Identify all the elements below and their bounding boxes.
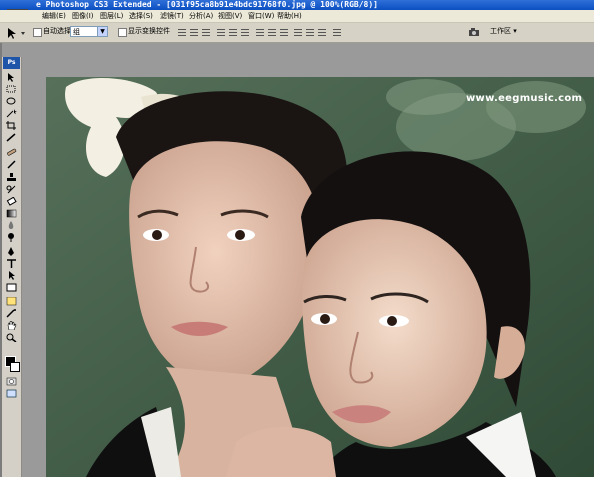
auto-select-checkbox[interactable] bbox=[33, 28, 42, 37]
quick-mask-icon[interactable] bbox=[6, 377, 17, 386]
blur-tool-icon[interactable] bbox=[6, 221, 17, 230]
healing-brush-tool-icon[interactable] bbox=[6, 148, 17, 157]
menu-analysis[interactable]: 分析(A) bbox=[189, 10, 213, 22]
chevron-down-icon: ▼ bbox=[97, 27, 107, 36]
menu-view[interactable]: 视图(V) bbox=[218, 10, 242, 22]
distribute-horizontal-icon[interactable] bbox=[306, 28, 314, 36]
menu-layer[interactable]: 图层(L) bbox=[100, 10, 123, 22]
shape-tool-icon[interactable] bbox=[6, 283, 17, 292]
align-bottom-icon[interactable] bbox=[202, 28, 210, 36]
lasso-tool-icon[interactable] bbox=[6, 97, 17, 106]
distribute-left-icon[interactable] bbox=[294, 28, 302, 36]
align-right-icon[interactable] bbox=[241, 28, 249, 36]
notes-tool-icon[interactable] bbox=[6, 297, 17, 306]
align-top-icon[interactable] bbox=[178, 28, 186, 36]
pen-tool-icon[interactable] bbox=[6, 247, 17, 256]
distribute-right-icon[interactable] bbox=[318, 28, 326, 36]
menu-image[interactable]: 图像(I) bbox=[72, 10, 94, 22]
align-vertical-center-icon[interactable] bbox=[190, 28, 198, 36]
menu-bar: 编辑(E) 图像(I) 图层(L) 选择(S) 滤镜(T) 分析(A) 视图(V… bbox=[0, 10, 594, 23]
eyedropper-tool-icon[interactable] bbox=[6, 309, 17, 318]
clone-stamp-tool-icon[interactable] bbox=[6, 173, 17, 182]
history-brush-tool-icon[interactable] bbox=[6, 185, 17, 194]
distribute-top-icon[interactable] bbox=[256, 28, 264, 36]
toolbox: Ps bbox=[2, 57, 22, 477]
eraser-tool-icon[interactable] bbox=[6, 197, 17, 206]
toolbox-ps-badge: Ps bbox=[3, 57, 20, 69]
options-bar: 自动选择: 组 ▼ 显示变换控件 工作区 ▾ bbox=[0, 23, 594, 43]
crop-tool-icon[interactable] bbox=[6, 121, 17, 130]
show-transform-checkbox[interactable] bbox=[118, 28, 127, 37]
type-tool-icon[interactable] bbox=[6, 259, 17, 268]
menu-select[interactable]: 选择(S) bbox=[129, 10, 153, 22]
tool-preset-picker[interactable] bbox=[2, 25, 30, 41]
auto-align-layers-icon[interactable] bbox=[333, 28, 341, 36]
workspace-menu[interactable]: 工作区 ▾ bbox=[490, 27, 517, 36]
menu-filter[interactable]: 滤镜(T) bbox=[160, 10, 184, 22]
go-to-bridge-icon[interactable] bbox=[468, 27, 480, 37]
menu-edit[interactable]: 编辑(E) bbox=[42, 10, 66, 22]
auto-select-dropdown[interactable]: 组 ▼ bbox=[70, 26, 108, 37]
brush-tool-icon[interactable] bbox=[6, 160, 17, 169]
zoom-tool-icon[interactable] bbox=[6, 333, 17, 342]
menu-help[interactable]: 帮助(H) bbox=[277, 10, 302, 22]
gradient-tool-icon[interactable] bbox=[6, 209, 17, 218]
dodge-tool-icon[interactable] bbox=[6, 233, 17, 242]
marquee-tool-icon[interactable] bbox=[6, 85, 17, 94]
align-left-icon[interactable] bbox=[217, 28, 225, 36]
distribute-center-icon[interactable] bbox=[268, 28, 276, 36]
slice-tool-icon[interactable] bbox=[6, 133, 17, 142]
hand-tool-icon[interactable] bbox=[6, 321, 17, 330]
photo-watermark: www.eegmusic.com bbox=[466, 93, 583, 104]
screen-mode-icon[interactable] bbox=[6, 389, 17, 398]
align-horizontal-center-icon[interactable] bbox=[229, 28, 237, 36]
show-transform-label: 显示变换控件 bbox=[128, 27, 170, 35]
distribute-bottom-icon[interactable] bbox=[280, 28, 288, 36]
auto-select-label: 自动选择: bbox=[43, 27, 74, 35]
window-title-bar: e Photoshop CS3 Extended - [031f95ca8b91… bbox=[0, 0, 594, 10]
path-selection-tool-icon[interactable] bbox=[6, 271, 17, 280]
move-tool-icon[interactable] bbox=[6, 73, 17, 82]
auto-select-value: 组 bbox=[73, 28, 80, 36]
window-title: e Photoshop CS3 Extended - [031f95ca8b91… bbox=[36, 0, 378, 9]
background-color-swatch[interactable] bbox=[10, 362, 20, 372]
document-photo bbox=[46, 77, 594, 477]
document-canvas[interactable]: www.eegmusic.com bbox=[46, 77, 594, 477]
magic-wand-tool-icon[interactable] bbox=[6, 109, 17, 118]
menu-window[interactable]: 窗口(W) bbox=[248, 10, 274, 22]
